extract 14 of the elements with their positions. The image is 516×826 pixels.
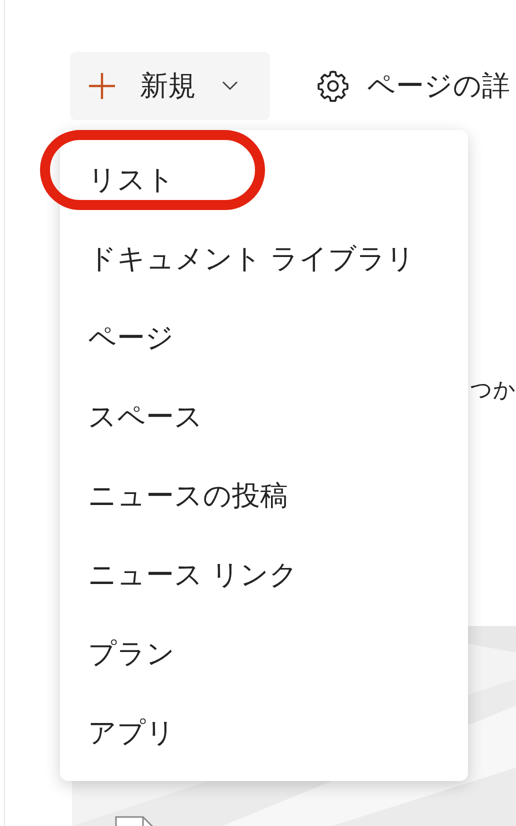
menu-item[interactable]: ニュース リンク (60, 535, 468, 614)
settings-icon (315, 68, 351, 104)
menu-item[interactable]: ニュースの投稿 (60, 456, 468, 535)
menu-item[interactable]: リスト (60, 140, 468, 219)
new-button[interactable]: 新規 (70, 52, 270, 120)
page-details-button[interactable]: ページの詳 (315, 68, 510, 104)
menu-item[interactable]: アプリ (60, 693, 468, 772)
plus-icon (88, 72, 116, 100)
menu-item[interactable]: プラン (60, 614, 468, 693)
body-text: つか (470, 376, 516, 404)
chevron-down-icon (222, 81, 238, 91)
menu-item[interactable]: スペース (60, 377, 468, 456)
menu-item[interactable]: ドキュメント ライブラリ (60, 219, 468, 298)
menu-item[interactable]: ページ (60, 298, 468, 377)
